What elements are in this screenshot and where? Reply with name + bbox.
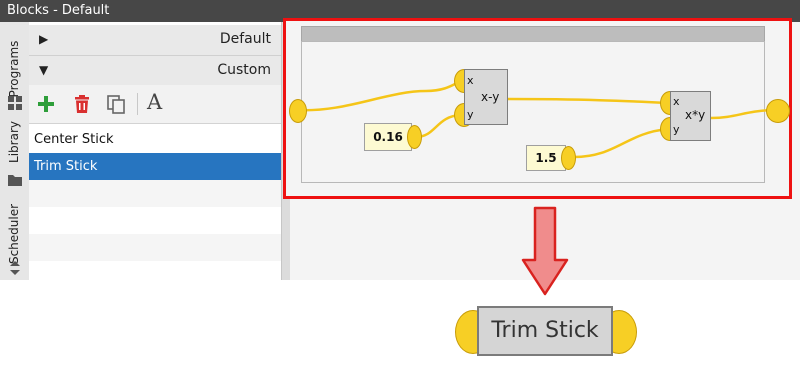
- wire-sub-to-x: [507, 97, 669, 105]
- trim-stick-custom-block: Trim Stick: [455, 304, 637, 360]
- group-default[interactable]: ▶ Default: [29, 25, 281, 56]
- operator-label: x-y: [481, 90, 500, 104]
- library-panel: ▶ Default ▼ Custom A Center Stick Trim S…: [29, 22, 281, 280]
- constant-output-port[interactable]: [561, 146, 576, 170]
- highlight-frame: 0.16 x y x-y 1.5 x y x*y: [283, 18, 792, 199]
- group-custom[interactable]: ▼ Custom: [29, 56, 281, 87]
- empty-list-row: [29, 180, 281, 207]
- pin-label-y: y: [673, 123, 680, 136]
- subtract-block[interactable]: x y x-y: [464, 69, 508, 125]
- wire-mul-to-output: [710, 108, 774, 120]
- operator-label: x*y: [685, 108, 706, 122]
- custom-block-label: Trim Stick: [491, 318, 599, 343]
- copy-icon[interactable]: [105, 93, 127, 115]
- pin-label-x: x: [673, 95, 680, 108]
- down-arrow-icon: [521, 206, 569, 296]
- expand-arrows-icon[interactable]: [7, 260, 23, 276]
- list-item-label: Center Stick: [34, 132, 114, 147]
- side-tab-strip: Programs Library Scheduler: [0, 22, 30, 280]
- list-item-label: Trim Stick: [34, 159, 98, 174]
- window-title: Blocks - Default: [7, 3, 110, 18]
- plus-icon[interactable]: [35, 93, 57, 115]
- trash-icon[interactable]: [71, 93, 93, 115]
- constant-block-1-5[interactable]: 1.5: [526, 145, 566, 171]
- wire-input-to-x: [294, 79, 462, 112]
- output-port[interactable]: [766, 99, 790, 123]
- list-item-center-stick[interactable]: Center Stick: [29, 126, 281, 153]
- rename-button[interactable]: A: [147, 90, 162, 114]
- list-item-trim-stick[interactable]: Trim Stick: [29, 153, 281, 180]
- library-toolbar: A: [29, 85, 281, 124]
- pin-label-x: x: [467, 74, 474, 87]
- wire-const-to-y: [573, 127, 669, 159]
- expanded-arrow-icon: ▼: [39, 63, 49, 77]
- constant-output-port[interactable]: [407, 125, 422, 149]
- pin-label-y: y: [467, 108, 474, 121]
- collapsed-arrow-icon: ▶: [39, 32, 49, 46]
- multiply-block[interactable]: x y x*y: [670, 91, 711, 141]
- toolbar-separator: [137, 93, 138, 115]
- input-port[interactable]: [289, 99, 307, 123]
- constant-block-0-16[interactable]: 0.16: [364, 123, 412, 151]
- custom-block-body: Trim Stick: [477, 306, 613, 356]
- empty-list-row: [29, 234, 281, 261]
- library-folder-icon: [8, 175, 22, 186]
- group-label: Custom: [217, 62, 271, 78]
- group-label: Default: [219, 31, 271, 47]
